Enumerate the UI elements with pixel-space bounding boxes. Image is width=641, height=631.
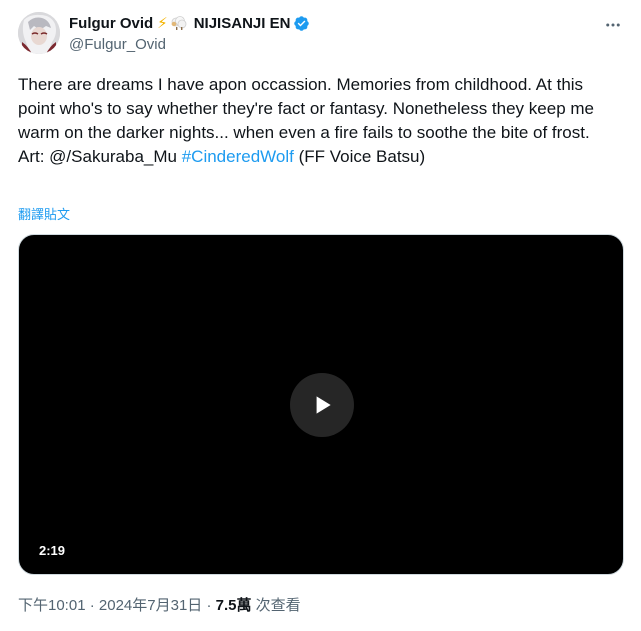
tweet-text: There are dreams I have apon occassion. … bbox=[18, 73, 624, 169]
avatar[interactable] bbox=[18, 12, 60, 54]
tweet-time[interactable]: 下午10:01 bbox=[18, 597, 86, 614]
tweet-date[interactable]: 2024年7月31日 bbox=[99, 597, 202, 614]
user-handle[interactable]: @Fulgur_Ovid bbox=[69, 36, 310, 53]
name-row: Fulgur Ovid ⚡ NIJISANJI EN bbox=[69, 13, 310, 33]
play-button[interactable] bbox=[290, 373, 354, 437]
hashtag-link[interactable]: #CinderedWolf bbox=[182, 147, 294, 166]
video-player[interactable]: 2:19 bbox=[18, 234, 624, 575]
meta-separator-2: · bbox=[202, 597, 216, 614]
art-credit-line: Art: @/Sakuraba_Mu #CinderedWolf (FF Voi… bbox=[18, 145, 624, 169]
art-suffix: (FF Voice Batsu) bbox=[293, 147, 426, 166]
views-count: 7.5萬 bbox=[215, 597, 252, 614]
affiliation: NIJISANJI EN bbox=[193, 14, 291, 32]
more-options-button[interactable] bbox=[603, 15, 623, 35]
meta-separator: · bbox=[85, 597, 99, 614]
display-name[interactable]: Fulgur Ovid bbox=[69, 15, 153, 32]
lightning-icon: ⚡ bbox=[157, 15, 168, 32]
art-prefix: Art: @/Sakuraba_Mu bbox=[18, 147, 182, 166]
more-dots-icon bbox=[606, 23, 620, 27]
views-label: 次查看 bbox=[251, 597, 301, 614]
tweet-meta: 下午10:01 · 2024年7月31日 · 7.5萬 次查看 bbox=[18, 594, 301, 615]
user-block: Fulgur Ovid ⚡ NIJISANJI EN @Fulgur_Ovid bbox=[69, 13, 310, 53]
video-duration: 2:19 bbox=[33, 541, 72, 560]
tweet-paragraph: There are dreams I have apon occassion. … bbox=[18, 75, 594, 142]
play-icon bbox=[316, 396, 331, 414]
translate-post-link[interactable]: 翻譯貼文 bbox=[18, 204, 70, 223]
verified-badge-icon bbox=[293, 15, 310, 32]
tweet-card: Fulgur Ovid ⚡ NIJISANJI EN @Fulgur_Ovid … bbox=[0, 0, 641, 631]
sheep-icon bbox=[170, 15, 188, 31]
